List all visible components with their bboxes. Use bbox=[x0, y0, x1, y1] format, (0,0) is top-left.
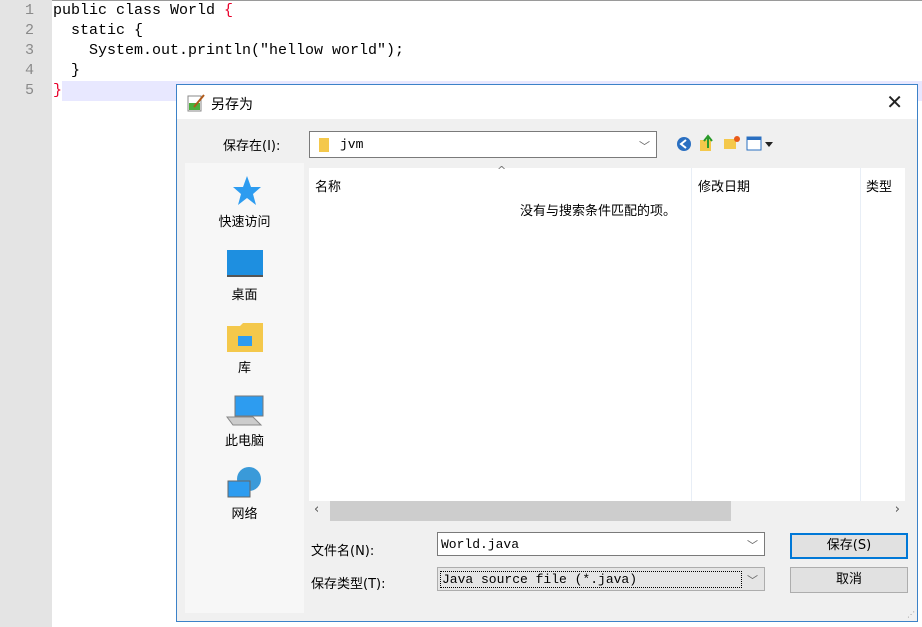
column-header-date[interactable]: 修改日期 bbox=[698, 176, 750, 195]
save-in-label: 保存在(I): bbox=[223, 139, 281, 154]
place-network[interactable]: 网络 bbox=[185, 463, 304, 522]
notepad-icon bbox=[186, 93, 206, 117]
scroll-left-icon[interactable]: ‹ bbox=[314, 502, 319, 517]
cancel-button[interactable]: 取消 bbox=[790, 567, 908, 593]
line-number: 2 bbox=[24, 22, 34, 39]
chevron-down-icon: ﹀ bbox=[747, 574, 758, 587]
up-folder-icon[interactable] bbox=[699, 134, 715, 156]
place-label: 此电脑 bbox=[224, 434, 264, 449]
code-line[interactable]: public class World { bbox=[53, 1, 233, 21]
save-in-combo[interactable]: jvm ﹀ bbox=[309, 131, 657, 158]
column-header-name[interactable]: 名称 bbox=[315, 176, 341, 195]
title-bar: 另存为 ✕ bbox=[177, 85, 917, 119]
line-number: 4 bbox=[24, 62, 34, 79]
scrollbar-thumb[interactable] bbox=[330, 501, 731, 521]
scroll-right-icon[interactable]: › bbox=[895, 502, 900, 517]
place-label: 网络 bbox=[231, 507, 258, 522]
column-divider bbox=[860, 168, 861, 501]
file-list[interactable]: ^ 名称 修改日期 类型 没有与搜索条件匹配的项。 ‹ › bbox=[309, 164, 905, 521]
folder-icon bbox=[318, 137, 330, 157]
place-label: 快速访问 bbox=[218, 215, 271, 230]
view-menu-icon[interactable] bbox=[746, 136, 776, 156]
filetype-label: 保存类型(T): bbox=[311, 577, 386, 592]
line-number: 5 bbox=[24, 82, 34, 99]
horizontal-scrollbar[interactable]: ‹ › bbox=[309, 501, 905, 521]
resize-grip-icon[interactable]: ⋰ bbox=[907, 610, 915, 619]
code-line[interactable]: System.out.println("hellow world"); bbox=[53, 41, 404, 61]
code-text: public class World bbox=[53, 2, 225, 19]
line-number: 1 bbox=[24, 2, 34, 19]
filetype-value: Java source file (*.java) bbox=[440, 571, 742, 588]
sort-up-icon: ^ bbox=[497, 164, 507, 177]
filename-value: World.java bbox=[441, 537, 520, 552]
computer-icon bbox=[185, 390, 304, 430]
filename-input[interactable]: World.java ﹀ bbox=[437, 532, 765, 556]
empty-message: 没有与搜索条件匹配的项。 bbox=[520, 204, 677, 219]
place-libraries[interactable]: 库 bbox=[185, 317, 304, 376]
desktop-icon bbox=[185, 244, 304, 284]
line-number: 3 bbox=[24, 42, 34, 59]
chevron-down-icon: ﹀ bbox=[639, 140, 650, 153]
place-quick-access[interactable]: 快速访问 bbox=[185, 171, 304, 230]
chevron-down-icon[interactable]: ﹀ bbox=[747, 537, 758, 553]
back-icon[interactable] bbox=[676, 136, 692, 156]
dialog-title: 另存为 bbox=[211, 97, 253, 113]
save-in-value: jvm bbox=[340, 137, 364, 152]
new-folder-icon[interactable] bbox=[723, 135, 741, 155]
place-desktop[interactable]: 桌面 bbox=[185, 244, 304, 303]
save-as-dialog: 另存为 ✕ 保存在(I): jvm ﹀ 快速访问 桌面 库 此电脑 网络 ^ 名… bbox=[176, 84, 918, 622]
code-line[interactable]: } bbox=[53, 81, 62, 101]
column-divider bbox=[691, 168, 692, 501]
places-bar: 快速访问 桌面 库 此电脑 网络 bbox=[185, 163, 304, 613]
column-header-type[interactable]: 类型 bbox=[866, 176, 892, 195]
place-label: 桌面 bbox=[231, 288, 258, 303]
filename-label: 文件名(N): bbox=[311, 544, 375, 559]
star-icon bbox=[185, 171, 304, 211]
code-line[interactable]: } bbox=[53, 61, 80, 81]
code-line[interactable]: static { bbox=[53, 21, 143, 41]
line-number-gutter: 1 2 3 4 5 bbox=[0, 0, 52, 627]
place-label: 库 bbox=[237, 361, 251, 376]
filetype-select[interactable]: Java source file (*.java) ﹀ bbox=[437, 567, 765, 591]
brace: { bbox=[224, 2, 234, 19]
network-icon bbox=[185, 463, 304, 503]
place-this-pc[interactable]: 此电脑 bbox=[185, 390, 304, 449]
save-button[interactable]: 保存(S) bbox=[790, 533, 908, 559]
close-button[interactable]: ✕ bbox=[886, 90, 903, 114]
library-icon bbox=[185, 317, 304, 357]
